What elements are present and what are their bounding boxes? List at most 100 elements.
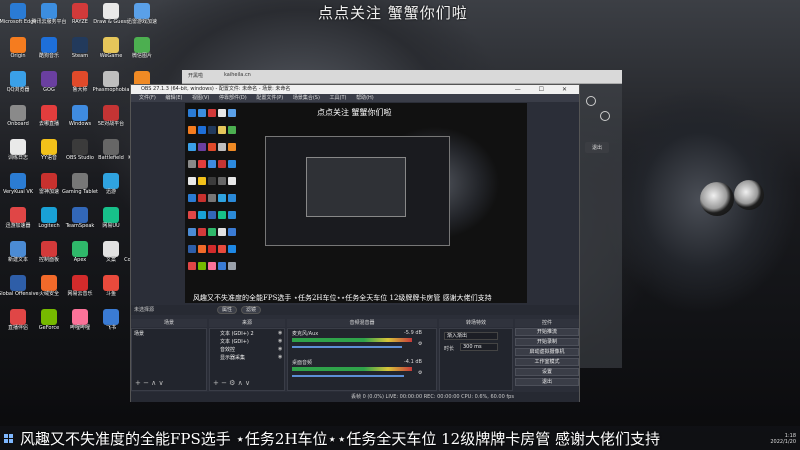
taskbar-clock[interactable]: 1:18 2022/1/20	[770, 433, 796, 445]
eye-icon[interactable]: ◉	[278, 338, 282, 344]
desktop-icon[interactable]: Windows	[64, 105, 96, 137]
transition-select[interactable]: 渐入渐出	[444, 332, 498, 340]
desktop-icon[interactable]: WeGame	[95, 37, 127, 69]
desktop-icon-label: WeGame	[99, 53, 123, 59]
menu-help[interactable]: 帮助(H)	[356, 95, 374, 101]
source-item[interactable]: 音效控	[220, 346, 235, 353]
desktop-icon[interactable]: 哔哩哔哩	[64, 309, 96, 341]
desktop-icon-label: 鲁大师	[72, 87, 88, 93]
desktop-icon[interactable]: Microsoft Edge	[0, 3, 36, 35]
desktop-icon[interactable]: 5E对战平台	[95, 105, 127, 137]
desktop-icon[interactable]: Onboard	[2, 105, 34, 137]
desktop-icon[interactable]: Draw & Guess	[93, 3, 129, 35]
duration-input[interactable]: 300 ms	[460, 343, 498, 351]
desktop-icon[interactable]: 酷狗音乐	[33, 37, 65, 69]
settings-button[interactable]: 设置	[515, 368, 579, 376]
preview-app-icon	[228, 126, 236, 134]
source-item[interactable]: 文本 (GDI+) 2	[220, 330, 254, 337]
properties-button[interactable]: 属性	[217, 306, 238, 314]
desktop-icon[interactable]: GOG	[33, 71, 65, 103]
desktop-icon[interactable]: OBS Studio	[64, 139, 96, 171]
start-recording-button[interactable]: 开始录制	[515, 338, 579, 346]
desktop-icon[interactable]: QQ浏览器	[2, 71, 34, 103]
desktop-icon[interactable]: 雷神加速	[33, 173, 65, 205]
desktop-icon[interactable]: 文案	[95, 241, 127, 273]
right-app-plus-icon[interactable]	[586, 96, 596, 106]
gear-icon[interactable]: ⚙	[418, 341, 422, 347]
desktop-icon[interactable]: GeForce	[33, 309, 65, 341]
start-streaming-button[interactable]: 开始推流	[515, 328, 579, 336]
menu-profile[interactable]: 配置文件(P)	[256, 95, 283, 101]
menu-view[interactable]: 视图(V)	[192, 95, 209, 101]
menu-docks[interactable]: 停靠部件(D)	[219, 95, 247, 101]
filters-button[interactable]: 滤镜	[241, 306, 262, 314]
app-icon	[10, 37, 26, 53]
desktop-icon[interactable]: 火绒安全	[33, 275, 65, 307]
desktop-icon[interactable]: 新建文本	[2, 241, 34, 273]
desktop-icon[interactable]: VeryKuai VK	[2, 173, 34, 205]
gear-icon[interactable]: ⚙	[418, 370, 422, 376]
source-tools[interactable]: + − ⚙ ∧ ∨	[213, 379, 250, 387]
desktop-icon[interactable]: RAYZE	[64, 3, 96, 35]
volume-slider[interactable]	[292, 375, 404, 377]
desktop-icon[interactable]: 鲁大师	[64, 71, 96, 103]
desktop-icon[interactable]: 迅游加速器	[2, 207, 34, 239]
virtual-camera-button[interactable]: 启动虚拟摄像机	[515, 348, 579, 356]
desktop-icon[interactable]: 控制面板	[33, 241, 65, 273]
desktop-icon[interactable]: Battlefield	[95, 139, 127, 171]
browser-url[interactable]: kaiheila.cn	[224, 72, 251, 78]
desktop-icon[interactable]: 网易UU	[95, 207, 127, 239]
source-item[interactable]: 显示器采集	[220, 354, 245, 361]
desktop-icon[interactable]: 直播伴侣	[2, 309, 34, 341]
desktop-icon[interactable]: 腾讯云服务平台	[32, 3, 67, 35]
exit-button[interactable]: 退出	[515, 378, 579, 386]
desktop-icon[interactable]: 斗鱼	[95, 275, 127, 307]
source-item[interactable]: 文本 (GDI+)	[220, 338, 249, 345]
desktop-icon[interactable]: Origin	[2, 37, 34, 69]
desktop-icon[interactable]: Steam	[64, 37, 96, 69]
obs-preview[interactable]: 点点关注 蟹蟹你们啦 风趣又不失准度的全能FPS选手 ⋆任务2H车位⋆⋆任务全天…	[185, 103, 527, 303]
mixer-panel: 麦克风/Aux -5.9 dB ⚙ 桌面音频 -4.1 dB ⚙	[287, 328, 437, 391]
windows-start-icon[interactable]	[4, 434, 14, 444]
right-app-exit-button[interactable]: 退出	[585, 142, 609, 153]
desktop-icon[interactable]: Logitech	[33, 207, 65, 239]
menu-tools[interactable]: 工具(T)	[330, 95, 347, 101]
desktop-icon[interactable]: 训练日志	[2, 139, 34, 171]
eye-icon[interactable]: ◉	[278, 354, 282, 360]
desktop-icon[interactable]: Phasmophobia	[93, 71, 129, 103]
right-app-share-icon[interactable]	[600, 111, 610, 121]
overlay-top-text: 点点关注 蟹蟹你们啦	[318, 4, 468, 22]
desktop-icon[interactable]: 迅游	[95, 173, 127, 205]
desktop-icon[interactable]: 微信图片	[126, 37, 158, 69]
preview-app-icon	[228, 211, 236, 219]
scene-item[interactable]: 场景	[134, 330, 144, 337]
desktop-icon[interactable]: YY语音	[33, 139, 65, 171]
desktop-icon[interactable]: TeamSpeak	[64, 207, 96, 239]
desktop-icon-label: Apex	[73, 257, 87, 263]
desktop-icon[interactable]: 去哪直播	[33, 105, 65, 137]
menu-file[interactable]: 文件(F)	[139, 95, 156, 101]
preview-app-icon	[218, 211, 226, 219]
desktop-icon[interactable]: Apex	[64, 241, 96, 273]
app-icon	[103, 139, 119, 155]
window-controls[interactable]: — ☐ ✕	[515, 85, 575, 94]
desktop-icon[interactable]: Gaming Tablet	[62, 173, 98, 205]
app-icon	[10, 139, 26, 155]
preview-app-icon	[188, 211, 196, 219]
menu-scene-collection[interactable]: 场景集合(S)	[293, 95, 320, 101]
eye-icon[interactable]: ◉	[278, 346, 282, 352]
desktop-icon[interactable]: 迅雷游戏加速	[126, 3, 158, 35]
desktop-icon[interactable]: 飞书	[95, 309, 127, 341]
desktop-icon[interactable]: 网易云音乐	[64, 275, 96, 307]
desktop-icon-label: VeryKuai VK	[2, 189, 34, 195]
eye-icon[interactable]: ◉	[278, 330, 282, 336]
desktop-icon-label: Onboard	[7, 121, 29, 127]
app-icon	[41, 241, 57, 257]
studio-mode-button[interactable]: 工作室模式	[515, 358, 579, 366]
scenes-header: 场景	[131, 319, 207, 327]
browser-tab[interactable]: 开黑啦	[188, 72, 203, 79]
volume-slider[interactable]	[292, 346, 402, 348]
menu-edit[interactable]: 编辑(E)	[165, 95, 182, 101]
scene-tools[interactable]: + − ∧ ∨	[135, 379, 164, 387]
desktop-icon[interactable]: Global Offensive	[0, 275, 39, 307]
